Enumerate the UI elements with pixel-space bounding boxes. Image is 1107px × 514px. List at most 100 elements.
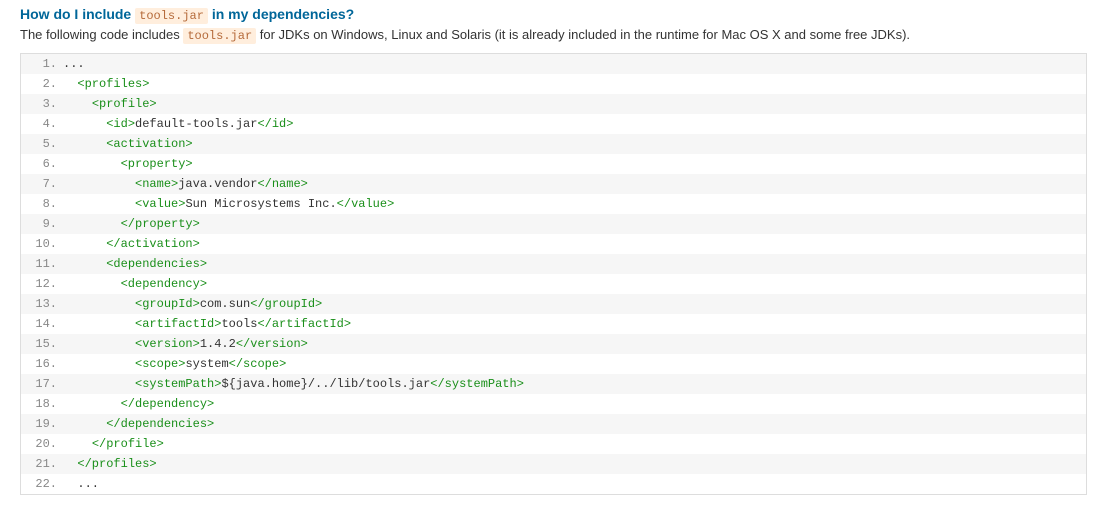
line-number: 7.: [21, 174, 63, 194]
code-content: ...: [63, 474, 1086, 494]
xml-tag: <groupId>: [135, 297, 200, 311]
code-line: 11. <dependencies>: [21, 254, 1086, 274]
code-content: <id>default-tools.jar</id>: [63, 114, 1086, 134]
faq-title[interactable]: How do I include tools.jar in my depende…: [20, 6, 1087, 23]
xml-tag: <id>: [106, 117, 135, 131]
code-line: 14. <artifactId>tools</artifactId>: [21, 314, 1086, 334]
xml-text: java.vendor: [178, 177, 257, 191]
line-number: 17.: [21, 374, 63, 394]
line-number: 4.: [21, 114, 63, 134]
code-line: 19. </dependencies>: [21, 414, 1086, 434]
xml-tag: </profiles>: [77, 457, 156, 471]
code-line: 2. <profiles>: [21, 74, 1086, 94]
xml-tag: <dependency>: [121, 277, 207, 291]
code-content: <activation>: [63, 134, 1086, 154]
xml-tag: <profiles>: [77, 77, 149, 91]
xml-text: default-tools.jar: [135, 117, 257, 131]
code-content: <name>java.vendor</name>: [63, 174, 1086, 194]
xml-text: system: [185, 357, 228, 371]
xml-tag: <scope>: [135, 357, 185, 371]
xml-tag: </scope>: [229, 357, 287, 371]
line-number: 11.: [21, 254, 63, 274]
code-content: <scope>system</scope>: [63, 354, 1086, 374]
code-line: 4. <id>default-tools.jar</id>: [21, 114, 1086, 134]
xml-tag: </name>: [257, 177, 307, 191]
line-number: 12.: [21, 274, 63, 294]
xml-text: 1.4.2: [200, 337, 236, 351]
code-content: <profile>: [63, 94, 1086, 114]
xml-tag: </property>: [121, 217, 200, 231]
line-number: 3.: [21, 94, 63, 114]
code-line: 10. </activation>: [21, 234, 1086, 254]
line-number: 8.: [21, 194, 63, 214]
xml-tag: <value>: [135, 197, 185, 211]
xml-tag: </dependencies>: [106, 417, 214, 431]
code-line: 21. </profiles>: [21, 454, 1086, 474]
code-line: 3. <profile>: [21, 94, 1086, 114]
line-number: 22.: [21, 474, 63, 494]
xml-tag: </value>: [337, 197, 395, 211]
code-line: 16. <scope>system</scope>: [21, 354, 1086, 374]
code-line: 20. </profile>: [21, 434, 1086, 454]
code-line: 1....: [21, 54, 1086, 74]
desc-chip: tools.jar: [183, 28, 256, 44]
faq-title-prefix: How do I include: [20, 6, 135, 22]
line-number: 21.: [21, 454, 63, 474]
code-line: 5. <activation>: [21, 134, 1086, 154]
desc-suffix: for JDKs on Windows, Linux and Solaris (…: [256, 27, 910, 42]
line-number: 15.: [21, 334, 63, 354]
xml-tag: </profile>: [92, 437, 164, 451]
code-line: 6. <property>: [21, 154, 1086, 174]
xml-tag: </dependency>: [121, 397, 215, 411]
xml-tag: </id>: [257, 117, 293, 131]
code-content: </dependency>: [63, 394, 1086, 414]
code-content: </profile>: [63, 434, 1086, 454]
code-content: <groupId>com.sun</groupId>: [63, 294, 1086, 314]
line-number: 19.: [21, 414, 63, 434]
line-number: 14.: [21, 314, 63, 334]
code-content: </activation>: [63, 234, 1086, 254]
xml-tag: <name>: [135, 177, 178, 191]
code-line: 7. <name>java.vendor</name>: [21, 174, 1086, 194]
xml-text: Sun Microsystems Inc.: [185, 197, 336, 211]
code-content: ...: [63, 54, 1086, 74]
xml-text: com.sun: [200, 297, 250, 311]
line-number: 5.: [21, 134, 63, 154]
code-content: <property>: [63, 154, 1086, 174]
code-content: </dependencies>: [63, 414, 1086, 434]
xml-tag: <activation>: [106, 137, 192, 151]
line-number: 13.: [21, 294, 63, 314]
xml-tag: </artifactId>: [257, 317, 351, 331]
desc-prefix: The following code includes: [20, 27, 183, 42]
code-line: 18. </dependency>: [21, 394, 1086, 414]
xml-text: ${java.home}/../lib/tools.jar: [221, 377, 430, 391]
xml-tag: </version>: [236, 337, 308, 351]
code-content: </profiles>: [63, 454, 1086, 474]
xml-text: ...: [63, 57, 85, 71]
line-number: 9.: [21, 214, 63, 234]
code-content: <systemPath>${java.home}/../lib/tools.ja…: [63, 374, 1086, 394]
xml-tag: <version>: [135, 337, 200, 351]
code-content: <dependencies>: [63, 254, 1086, 274]
line-number: 1.: [21, 54, 63, 74]
code-content: <profiles>: [63, 74, 1086, 94]
line-number: 2.: [21, 74, 63, 94]
code-content: </property>: [63, 214, 1086, 234]
faq-title-suffix: in my dependencies?: [208, 6, 354, 22]
xml-tag: <artifactId>: [135, 317, 221, 331]
xml-tag: <profile>: [92, 97, 157, 111]
code-line: 9. </property>: [21, 214, 1086, 234]
xml-tag: </systemPath>: [430, 377, 524, 391]
code-line: 12. <dependency>: [21, 274, 1086, 294]
code-content: <artifactId>tools</artifactId>: [63, 314, 1086, 334]
faq-description: The following code includes tools.jar fo…: [20, 27, 1087, 43]
xml-tag: <dependencies>: [106, 257, 207, 271]
line-number: 20.: [21, 434, 63, 454]
line-number: 16.: [21, 354, 63, 374]
xml-tag: <property>: [121, 157, 193, 171]
code-content: <dependency>: [63, 274, 1086, 294]
xml-text: ...: [77, 477, 99, 491]
xml-tag: </groupId>: [250, 297, 322, 311]
code-line: 22. ...: [21, 474, 1086, 494]
code-block: 1....2. <profiles>3. <profile>4. <id>def…: [20, 53, 1087, 495]
